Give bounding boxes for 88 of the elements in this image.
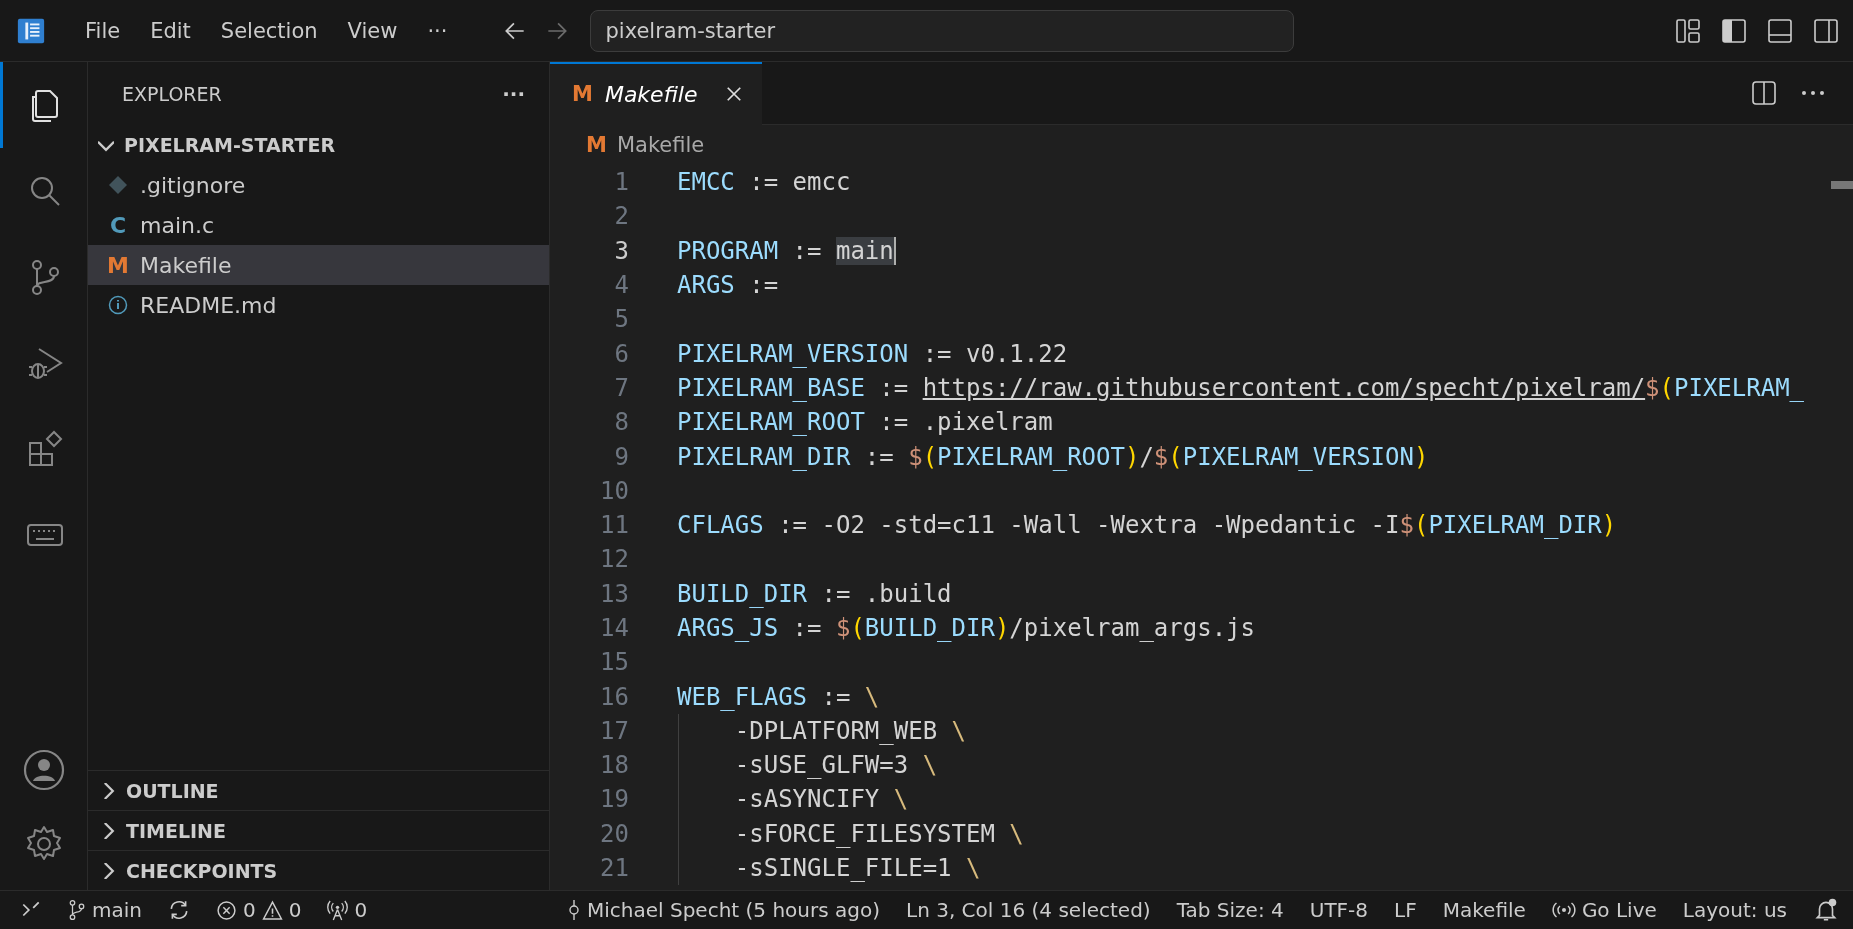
code-line: WEB_FLAGS := \ — [677, 682, 880, 711]
more-actions-button[interactable]: ··· — [502, 81, 525, 106]
code-line: PIXELRAM_ROOT := .pixelram — [677, 408, 1053, 437]
commit-icon — [567, 899, 581, 921]
status-item[interactable]: Ln 3, Col 16 (4 selected) — [906, 898, 1151, 922]
line-number: 14 — [599, 614, 629, 642]
line-number: 20 — [599, 819, 629, 848]
code-line: -sSINGLE_FILE=1 \ — [733, 854, 981, 883]
code-line: -DPLATFORM_WEB \ — [733, 716, 966, 745]
diamond-icon — [108, 175, 128, 195]
status-item[interactable]: UTF-8 — [1309, 898, 1369, 922]
line-number: 11 — [599, 511, 629, 540]
line-number: 7 — [613, 373, 629, 402]
error-icon — [216, 899, 237, 921]
menu-item[interactable]: Selection — [205, 18, 333, 43]
line-number: 17 — [599, 716, 629, 745]
line-number: 10 — [599, 476, 629, 505]
code-line: EMCC := emcc — [677, 168, 851, 197]
line-number: 16 — [599, 682, 629, 711]
file-tree-item[interactable]: .gitignore — [88, 165, 549, 205]
line-number: 13 — [599, 579, 629, 608]
sidebar-title: EXPLORER — [122, 82, 222, 105]
code-line: PIXELRAM_BASE := https://raw.githubusercontent.com/specht/pixelram/$(PIXELRAM_ — [677, 373, 1805, 402]
line-number: 3 — [613, 236, 629, 265]
code-line: ARGS := — [677, 271, 779, 300]
section-title[interactable]: CHECKPOINTS — [126, 859, 278, 882]
info-icon — [108, 295, 128, 315]
line-number: 15 — [599, 648, 629, 677]
folder-name[interactable]: PIXELRAM-STARTER — [124, 134, 336, 156]
code-line: CFLAGS := -O2 -std=c11 -Wall -Wextra -Wpedantic -I$(PIXELRAM_DIR) — [677, 511, 1617, 540]
branch-icon — [68, 899, 86, 921]
line-number: 19 — [599, 785, 629, 814]
file-tree-item[interactable]: C main.c — [88, 205, 549, 245]
left-panel-icon[interactable] — [1721, 17, 1747, 44]
line-number: 4 — [613, 271, 629, 300]
menu-item[interactable]: Edit — [135, 18, 206, 43]
makefile-icon: M — [586, 133, 607, 157]
warning-icon — [261, 899, 283, 921]
status-item[interactable]: Makefile — [1442, 898, 1526, 922]
section-title[interactable]: TIMELINE — [126, 819, 226, 842]
line-number: 9 — [613, 442, 629, 471]
line-number: 8 — [613, 408, 629, 437]
notification-bell-icon[interactable] — [1813, 897, 1839, 923]
file-tree-item[interactable]: README.md — [88, 285, 549, 325]
sync-icon[interactable] — [168, 899, 190, 921]
status-item[interactable]: Go Live — [1551, 898, 1657, 922]
breadcrumb[interactable]: Makefile — [616, 133, 705, 157]
code-line: ARGS_JS := $(BUILD_DIR)/pixelram_args.js — [677, 614, 1255, 642]
line-number: 6 — [613, 339, 629, 368]
code-line: PIXELRAM_VERSION := v0.1.22 — [677, 339, 1068, 368]
line-number: 1 — [613, 168, 629, 197]
line-number: 12 — [599, 545, 629, 574]
branch-status[interactable]: main — [68, 898, 142, 922]
code-line: BUILD_DIR := .build — [677, 579, 952, 608]
status-item[interactable]: Tab Size: 4 — [1176, 898, 1284, 922]
broadcast-icon — [1551, 900, 1576, 920]
more-icon[interactable] — [1801, 89, 1825, 97]
line-number: 5 — [613, 305, 629, 334]
editor-tab[interactable]: M Makefile — [550, 61, 762, 125]
code-line: PIXELRAM_DIR := $(PIXELRAM_ROOT)/$(PIXELRAM_VERSION) — [677, 442, 1429, 471]
menu-item[interactable]: ··· — [412, 18, 463, 43]
file-tree-item[interactable]: M Makefile — [88, 245, 549, 285]
right-panel-icon[interactable] — [1813, 17, 1839, 44]
makefile-icon: M — [108, 252, 128, 278]
c-file-icon: C — [108, 212, 128, 238]
section-title[interactable]: OUTLINE — [126, 779, 219, 802]
makefile-icon: M — [572, 82, 593, 106]
bottom-panel-icon[interactable] — [1767, 17, 1793, 44]
split-editor-icon[interactable] — [1751, 80, 1777, 106]
antenna-icon — [327, 899, 349, 921]
line-number: 18 — [599, 751, 629, 780]
code-line: PROGRAM := main — [677, 236, 896, 265]
ports-status[interactable]: 0 — [327, 898, 368, 922]
status-item[interactable]: LF — [1394, 898, 1417, 922]
scrollbar-marker — [1831, 181, 1853, 189]
menu-item[interactable]: View — [332, 18, 413, 43]
menu-item[interactable]: File — [70, 18, 136, 43]
line-number: 2 — [613, 202, 629, 231]
problems-status[interactable]: 0 0 — [216, 898, 302, 922]
code-line: -sUSE_GLFW=3 \ — [733, 751, 938, 780]
layout-grid-icon[interactable] — [1675, 17, 1701, 44]
status-item[interactable]: Layout: us — [1682, 898, 1787, 922]
line-number: 21 — [599, 854, 629, 883]
account-icon[interactable] — [21, 748, 66, 792]
code-line: -sFORCE_FILESYSTEM \ — [733, 819, 1024, 848]
code-line: -sASYNCIFY \ — [733, 785, 909, 814]
search-field[interactable]: pixelram-starter — [590, 9, 1295, 52]
git-blame-status[interactable]: Michael Specht (5 hours ago) — [567, 898, 880, 922]
